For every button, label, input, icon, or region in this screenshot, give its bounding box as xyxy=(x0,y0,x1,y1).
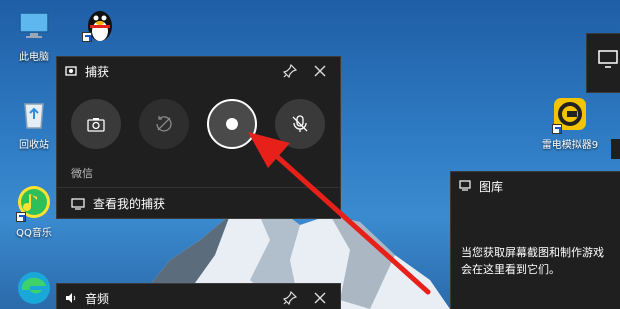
annotation-arrow xyxy=(248,132,431,295)
